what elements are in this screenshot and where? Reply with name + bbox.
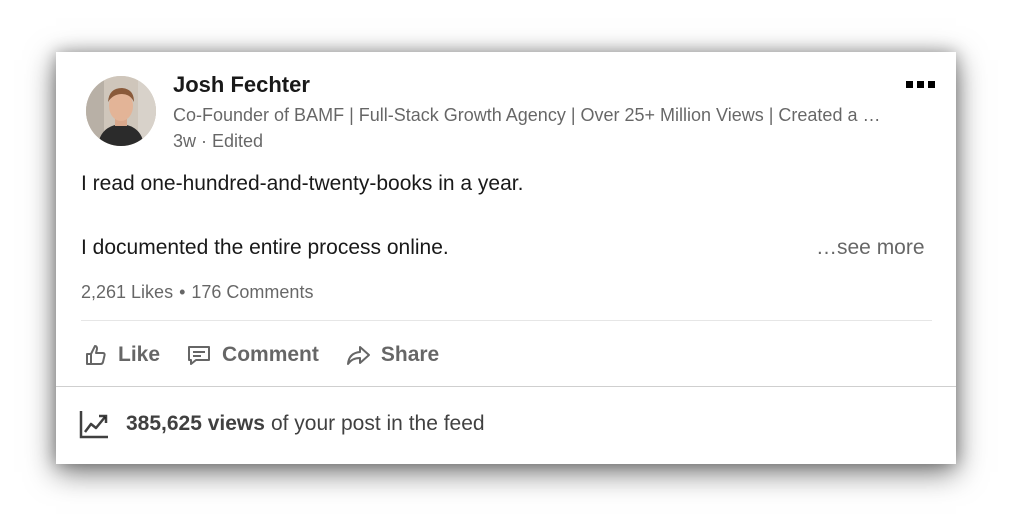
- views-suffix: of your post in the feed: [270, 412, 485, 435]
- more-dot: [905, 80, 913, 88]
- likes-count[interactable]: 2,261 Likes: [81, 282, 173, 302]
- share-label: Share: [380, 343, 440, 366]
- comment-label: Comment: [222, 343, 319, 366]
- count-separator: •: [179, 282, 186, 302]
- like-label: Like: [118, 343, 161, 366]
- author-name[interactable]: Josh Fechter: [173, 72, 310, 98]
- share-button[interactable]: Share: [345, 343, 439, 367]
- comment-bubble-icon: [188, 346, 211, 365]
- see-more-link[interactable]: …see more: [816, 236, 925, 260]
- post-text-line: I read one-hundred-and-twenty-books in a…: [81, 172, 524, 195]
- post-analytics-link[interactable]: 385,625 views of your post in the feed: [78, 408, 485, 440]
- views-count: 385,625 views: [126, 412, 265, 435]
- more-dot: [916, 80, 924, 88]
- action-bar: Like Comment Share: [84, 338, 465, 372]
- comments-count[interactable]: 176 Comments: [191, 282, 313, 302]
- post-timestamp: 3w · Edited: [173, 131, 264, 151]
- comment-button[interactable]: Comment: [186, 343, 319, 367]
- thumbs-up-icon: [86, 345, 106, 365]
- post-text-line: I documented the entire process online.: [81, 236, 449, 259]
- more-options-icon[interactable]: [900, 74, 940, 94]
- author-headline: Co-Founder of BAMF | Full-Stack Growth A…: [173, 105, 881, 125]
- avatar-image: [86, 76, 156, 146]
- avatar[interactable]: [86, 76, 156, 146]
- social-counts: 2,261 Likes • 176 Comments: [81, 282, 313, 303]
- post-card: Josh Fechter Co-Founder of BAMF | Full-S…: [56, 52, 956, 464]
- like-button[interactable]: Like: [84, 343, 160, 367]
- divider: [81, 320, 932, 321]
- more-dot: [927, 80, 935, 88]
- trending-chart-icon: [79, 411, 108, 439]
- divider: [56, 386, 956, 387]
- share-arrow-icon: [346, 346, 370, 365]
